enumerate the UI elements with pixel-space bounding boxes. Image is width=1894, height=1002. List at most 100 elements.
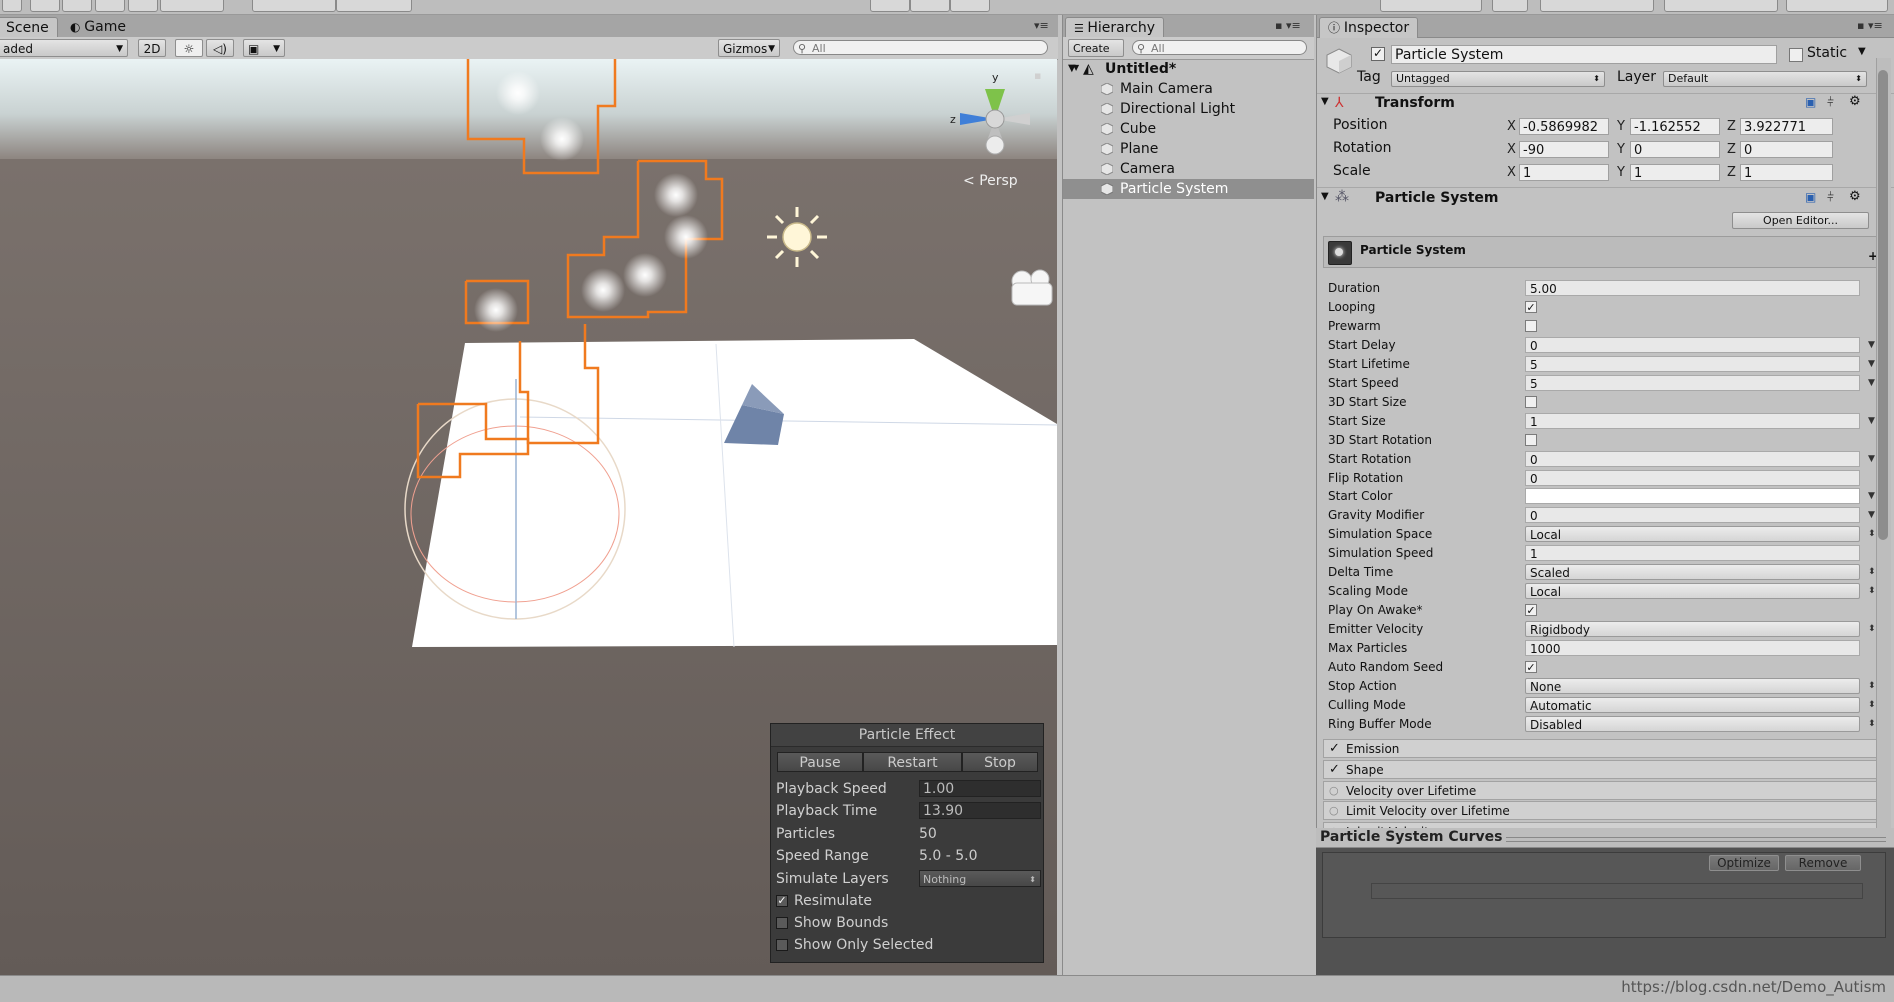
show-bounds-row[interactable]: Show Bounds [776, 913, 1038, 933]
property-field[interactable]: 5 [1525, 355, 1860, 372]
property-field[interactable]: 5.00 [1525, 280, 1860, 296]
module-row[interactable]: ○ Limit Velocity over Lifetime [1323, 801, 1885, 821]
hierarchy-item-particle-system[interactable]: Particle System [1063, 179, 1314, 199]
lock-icon[interactable]: ▪ ▾≡ [1857, 19, 1883, 32]
gear-icon[interactable]: ⚙ [1849, 189, 1861, 204]
dropdown-arrow-icon[interactable]: ⬍ [1868, 582, 1876, 601]
hierarchy-item-camera[interactable]: Camera [1063, 159, 1314, 179]
hierarchy-search-input[interactable]: ⚲ All [1132, 40, 1307, 55]
property-dropdown[interactable]: Rigidbody [1525, 621, 1860, 638]
dropdown-arrow-icon[interactable]: ▼ [1868, 487, 1875, 506]
module-checkbox[interactable]: ✓ [1329, 763, 1340, 776]
module-checkbox[interactable]: ○ [1329, 785, 1340, 796]
persp-label[interactable]: < Persp [963, 173, 1018, 189]
lock-icon[interactable]: ▪ [1034, 69, 1041, 82]
dropdown-arrow-icon[interactable]: ⬍ [1868, 525, 1876, 544]
create-dropdown[interactable]: Create ▼ [1068, 39, 1124, 72]
dropdown-arrow-icon[interactable]: ⬍ [1868, 620, 1876, 639]
panel-menu-icon[interactable]: ▾≡ [1034, 19, 1049, 32]
dropdown-arrow-icon[interactable]: ⬍ [1868, 696, 1876, 715]
lighting-toggle-button[interactable]: ☼ [175, 39, 203, 57]
property-field[interactable]: 0 [1525, 469, 1860, 486]
property-field[interactable]: 0 [1525, 507, 1860, 524]
stop-effect-button[interactable]: Stop [962, 752, 1038, 772]
module-row[interactable]: ✓ Shape [1323, 759, 1885, 779]
tab-game[interactable]: ◐ Game [62, 17, 134, 37]
layers-dropdown[interactable] [1664, 0, 1778, 12]
property-dropdown[interactable]: None [1525, 677, 1860, 694]
camera-icon[interactable] [1011, 269, 1053, 306]
tag-dropdown[interactable]: Untagged ⬍ [1391, 71, 1605, 87]
position-x-field[interactable]: -0.5869982 [1519, 118, 1609, 135]
dropdown-arrow-icon[interactable]: ⬍ [1868, 677, 1876, 696]
rotation-y-field[interactable]: 0 [1630, 141, 1720, 158]
rotation-x-field[interactable]: -90 [1519, 141, 1609, 158]
pause-effect-button[interactable]: Pause [777, 752, 863, 772]
rotate-tool-button[interactable] [62, 0, 92, 12]
directional-light-icon[interactable] [767, 207, 827, 267]
hierarchy-item-main-camera[interactable]: Main Camera [1063, 79, 1314, 99]
show-bounds-checkbox[interactable] [776, 917, 788, 929]
hierarchy-item-plane[interactable]: Plane [1063, 139, 1314, 159]
effects-dropdown[interactable]: ▣ ▼ [243, 39, 285, 57]
module-row[interactable]: ✓ Emission [1323, 739, 1885, 758]
property-checkbox[interactable] [1525, 395, 1537, 408]
start-color-swatch[interactable] [1525, 488, 1860, 505]
property-checkbox[interactable]: ✓ [1525, 300, 1537, 313]
curves-header[interactable]: Particle System Curves [1316, 828, 1894, 848]
property-field[interactable]: 0 [1525, 450, 1860, 467]
cloud-button[interactable] [1492, 0, 1528, 12]
global-toggle-button[interactable] [336, 0, 412, 12]
preset-icon[interactable]: ⫩ [1827, 190, 1834, 205]
shading-mode-dropdown[interactable]: aded ▼ [0, 39, 128, 57]
foldout-arrow-icon[interactable]: ▼ [1068, 59, 1076, 79]
property-field[interactable]: 5 [1525, 374, 1860, 391]
particle-module-header[interactable]: Particle System + [1323, 236, 1885, 268]
scale-y-field[interactable]: 1 [1630, 164, 1720, 181]
module-row[interactable]: ○ Velocity over Lifetime [1323, 780, 1885, 800]
optimize-button[interactable]: Optimize [1709, 855, 1779, 871]
property-field[interactable]: 1 [1525, 412, 1860, 429]
gear-icon[interactable]: ⚙ [1849, 94, 1861, 109]
scale-x-field[interactable]: 1 [1519, 164, 1609, 181]
pause-button[interactable] [910, 0, 950, 12]
scene-root-item[interactable]: ▼ ◭ Untitled* [1063, 59, 1314, 79]
dropdown-arrow-icon[interactable]: ⬍ [1868, 715, 1876, 734]
lock-icon[interactable]: ▪ ▾≡ [1275, 19, 1301, 32]
account-dropdown[interactable] [1540, 0, 1654, 12]
help-icon[interactable]: ▣ [1805, 190, 1816, 204]
move-tool-button[interactable] [30, 0, 60, 12]
pivot-toggle-button[interactable] [252, 0, 336, 12]
2d-toggle-button[interactable]: 2D [138, 39, 166, 57]
play-button[interactable] [870, 0, 910, 12]
tab-hierarchy[interactable]: ☰ Hierarchy [1065, 17, 1165, 38]
transform-foldout-icon[interactable]: ▼ [1321, 96, 1329, 107]
static-dropdown-arrow-icon[interactable]: ▼ [1858, 46, 1866, 57]
property-field[interactable]: 0 [1525, 336, 1860, 353]
object-name-field[interactable]: Particle System [1391, 45, 1777, 64]
static-checkbox[interactable] [1789, 48, 1803, 62]
dropdown-arrow-icon[interactable]: ⬍ [1868, 563, 1876, 582]
dropdown-arrow-icon[interactable]: ▼ [1868, 412, 1875, 431]
property-dropdown[interactable]: Disabled [1525, 715, 1860, 732]
hierarchy-item-directional-light[interactable]: Directional Light [1063, 99, 1314, 119]
dropdown-arrow-icon[interactable]: ▼ [1868, 506, 1875, 525]
step-button[interactable] [950, 0, 990, 12]
property-dropdown[interactable]: Scaled [1525, 564, 1860, 581]
scale-z-field[interactable]: 1 [1740, 164, 1833, 181]
property-checkbox[interactable] [1525, 433, 1537, 446]
tab-scene[interactable]: Scene [0, 17, 58, 38]
property-dropdown[interactable]: Local [1525, 526, 1860, 543]
collab-button[interactable] [1380, 0, 1482, 12]
curves-area[interactable]: Optimize Remove [1322, 852, 1886, 938]
dropdown-arrow-icon[interactable]: ▼ [1868, 336, 1875, 355]
module-checkbox[interactable]: ○ [1329, 805, 1340, 816]
property-field[interactable]: 1 [1525, 545, 1860, 562]
rotation-z-field[interactable]: 0 [1740, 141, 1833, 158]
scene-search-input[interactable]: ⚲ All [793, 40, 1048, 55]
property-checkbox[interactable]: ✓ [1525, 604, 1537, 617]
audio-toggle-button[interactable]: ◁) [206, 39, 234, 57]
layer-dropdown[interactable]: Default ⬍ [1663, 71, 1867, 87]
active-checkbox[interactable]: ✓ [1371, 47, 1385, 61]
property-checkbox[interactable]: ✓ [1525, 661, 1537, 673]
